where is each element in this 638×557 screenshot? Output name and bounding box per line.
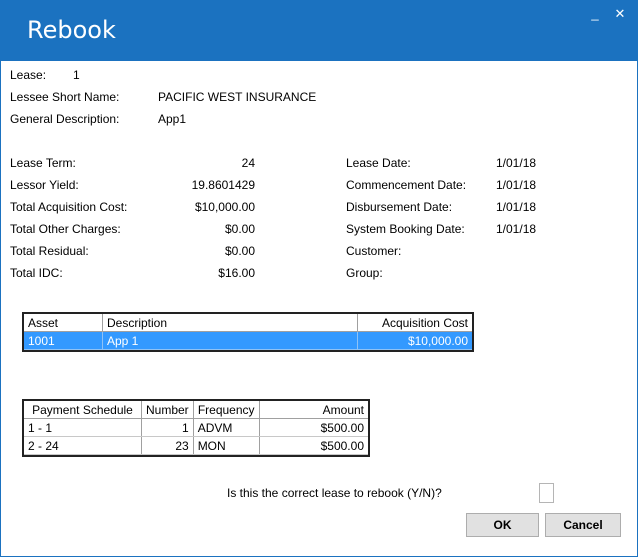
description-value: App1	[158, 112, 187, 126]
rebook-dialog: Rebook _ ✕ Lease: 1 Lessee Short Name: P…	[0, 0, 638, 557]
lease-value: 1	[73, 68, 80, 82]
payment-schedule-grid[interactable]: Payment Schedule Number Frequency Amount…	[22, 399, 370, 457]
amount-cell[interactable]: $500.00	[259, 418, 368, 437]
cancel-button[interactable]: Cancel	[545, 513, 621, 537]
asset-cell[interactable]: 1001	[24, 331, 103, 350]
lease-label: Lease:	[10, 68, 47, 82]
payment-schedule-column-header[interactable]: Payment Schedule	[24, 401, 142, 419]
number-cell[interactable]: 23	[141, 436, 194, 455]
disbursement-date-label: Disbursement Date:	[346, 200, 453, 214]
total-idc-label: Total IDC:	[10, 266, 63, 280]
asset-column-header[interactable]: Asset	[24, 314, 103, 332]
number-cell[interactable]: 1	[141, 418, 194, 437]
lessor-yield-value: 19.8601429	[191, 178, 255, 192]
amount-column-header[interactable]: Amount	[259, 401, 368, 419]
dialog-title: Rebook	[27, 16, 116, 44]
schedule-cell[interactable]: 1 - 1	[24, 418, 142, 437]
description-cell[interactable]: App 1	[102, 331, 358, 350]
lease-term-label: Lease Term:	[10, 156, 76, 170]
description-label: General Description:	[10, 112, 120, 126]
frequency-column-header[interactable]: Frequency	[193, 401, 260, 419]
acquisition-cost-cell[interactable]: $10,000.00	[357, 331, 472, 350]
number-column-header[interactable]: Number	[141, 401, 194, 419]
customer-label: Customer:	[346, 244, 402, 258]
commencement-date-value: 1/01/18	[496, 178, 537, 192]
frequency-cell[interactable]: MON	[193, 436, 260, 455]
lessee-label: Lessee Short Name:	[10, 90, 120, 104]
lease-date-value: 1/01/18	[496, 156, 537, 170]
amount-cell[interactable]: $500.00	[259, 436, 368, 455]
description-column-header[interactable]: Description	[102, 314, 358, 332]
total-other-charges-label: Total Other Charges:	[10, 222, 121, 236]
table-row[interactable]: 1 - 1 1 ADVM $500.00	[24, 418, 368, 437]
title-bar: Rebook _ ✕	[1, 1, 637, 61]
ok-button[interactable]: OK	[466, 513, 539, 537]
table-row[interactable]: 1001 App 1 $10,000.00	[24, 331, 472, 350]
group-label: Group:	[346, 266, 383, 280]
lease-date-label: Lease Date:	[346, 156, 411, 170]
close-icon[interactable]: ✕	[609, 5, 631, 23]
total-acquisition-cost-label: Total Acquisition Cost:	[10, 200, 128, 214]
total-other-charges-value: $0.00	[224, 222, 255, 236]
disbursement-date-value: 1/01/18	[496, 200, 537, 214]
table-row[interactable]: 2 - 24 23 MON $500.00	[24, 436, 368, 455]
system-booking-date-label: System Booking Date:	[346, 222, 465, 236]
total-residual-value: $0.00	[224, 244, 255, 258]
total-idc-value: $16.00	[218, 266, 255, 280]
frequency-cell[interactable]: ADVM	[193, 418, 260, 437]
acquisition-cost-column-header[interactable]: Acquisition Cost	[357, 314, 472, 332]
lessor-yield-label: Lessor Yield:	[10, 178, 79, 192]
lease-term-value: 24	[241, 156, 255, 170]
system-booking-date-value: 1/01/18	[496, 222, 537, 236]
total-residual-label: Total Residual:	[10, 244, 89, 258]
rebook-confirm-input[interactable]	[539, 483, 554, 503]
lessee-value: PACIFIC WEST INSURANCE	[158, 90, 317, 104]
schedule-cell[interactable]: 2 - 24	[24, 436, 142, 455]
asset-grid[interactable]: Asset Description Acquisition Cost 1001 …	[22, 312, 474, 352]
total-acquisition-cost-value: $10,000.00	[194, 200, 255, 214]
minimize-icon[interactable]: _	[584, 5, 606, 23]
rebook-confirm-question: Is this the correct lease to rebook (Y/N…	[227, 486, 442, 500]
commencement-date-label: Commencement Date:	[346, 178, 467, 192]
